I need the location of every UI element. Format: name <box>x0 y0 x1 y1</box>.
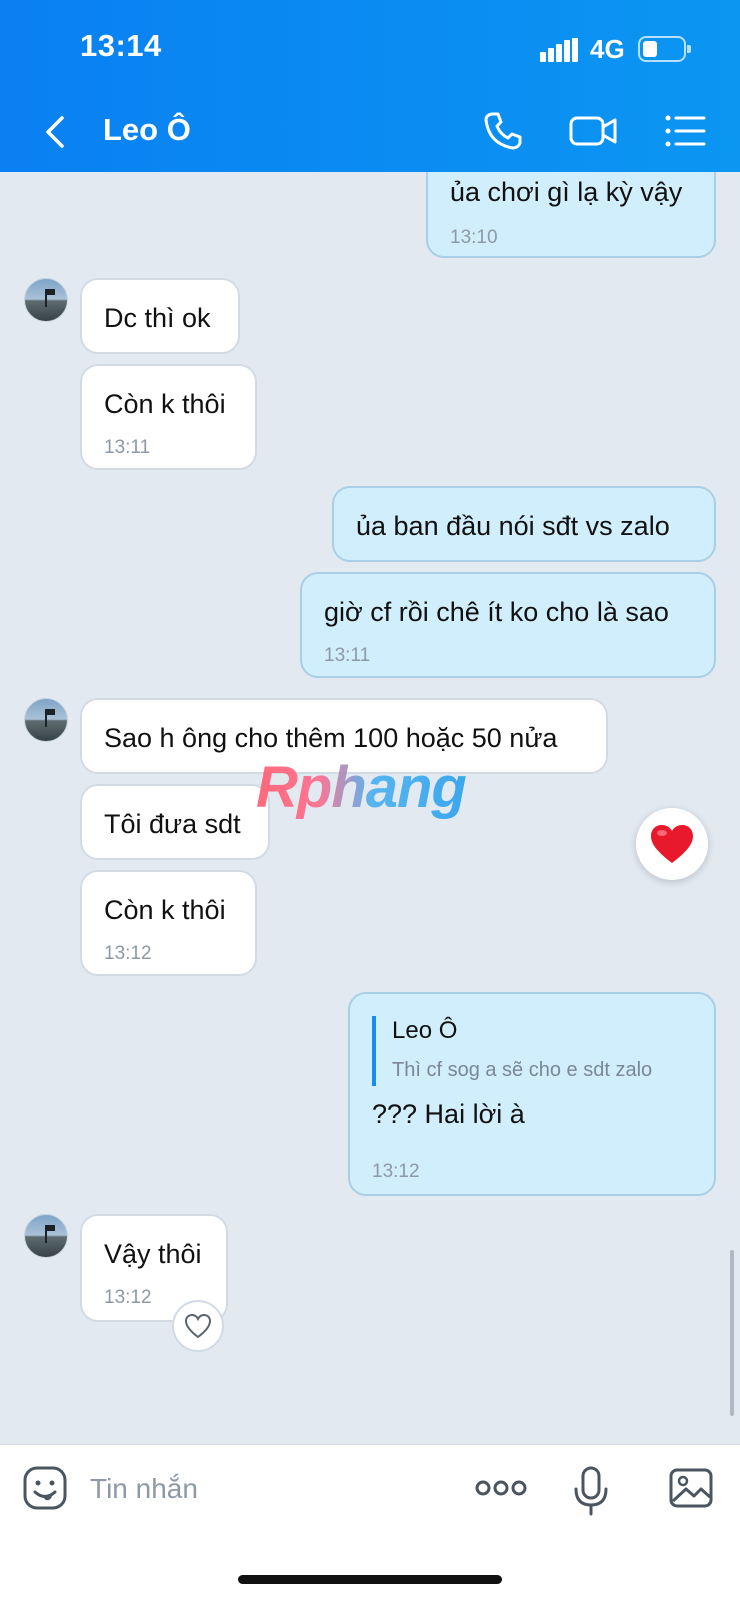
input-bar: Tin nhắn <box>0 1444 740 1600</box>
status-time: 13:14 <box>80 28 162 63</box>
message-incoming[interactable]: Dc thì ok <box>80 278 240 354</box>
message-text: ủa chơi gì lạ kỳ vậy <box>450 177 683 207</box>
message-text: Vậy thôi <box>104 1239 202 1269</box>
message-time: 13:12 <box>104 1287 152 1308</box>
message-outgoing[interactable]: giờ cf rồi chê ít ko cho là sao 13:11 <box>300 572 716 678</box>
chat-title[interactable]: Leo Ô <box>103 112 191 148</box>
like-heart-icon[interactable] <box>172 1300 224 1352</box>
more-icon[interactable] <box>474 1465 528 1511</box>
home-indicator[interactable] <box>238 1575 502 1584</box>
message-text: ủa ban đầu nói sđt vs zalo <box>356 511 670 541</box>
message-text: Còn k thôi <box>104 389 226 419</box>
avatar[interactable] <box>24 698 68 742</box>
message-time: 13:12 <box>104 943 152 964</box>
message-text: ??? Hai lời à <box>372 1099 525 1129</box>
message-text: Sao h ông cho thêm 100 hoặc 50 nửa <box>104 723 558 753</box>
menu-list-icon[interactable] <box>662 108 708 154</box>
battery-icon <box>638 36 691 62</box>
like-heart-icon <box>184 1313 212 1339</box>
sticker-icon[interactable] <box>22 1465 68 1511</box>
message-outgoing-reply[interactable]: Leo Ô Thì cf sog a sẽ cho e sdt zalo ???… <box>348 992 716 1196</box>
message-outgoing[interactable]: ủa ban đầu nói sđt vs zalo <box>332 486 716 562</box>
message-time: 13:10 <box>450 227 498 248</box>
avatar[interactable] <box>24 278 68 322</box>
message-text: giờ cf rồi chê ít ko cho là sao <box>324 597 669 627</box>
watermark: Rphang <box>256 755 467 820</box>
message-incoming[interactable]: Còn k thôi 13:12 <box>80 870 257 976</box>
heart-reaction-icon[interactable] <box>636 808 708 880</box>
quote-sender: Leo Ô <box>392 1017 458 1044</box>
message-incoming[interactable]: Tôi đưa sdt <box>80 784 270 860</box>
message-time: 13:11 <box>104 437 151 458</box>
signal-icon <box>540 38 580 62</box>
scrollbar[interactable] <box>730 1250 734 1416</box>
message-text: Còn k thôi <box>104 895 226 925</box>
avatar[interactable] <box>24 1214 68 1258</box>
video-call-icon[interactable] <box>568 108 618 154</box>
reply-quote[interactable]: Leo Ô Thì cf sog a sẽ cho e sdt zalo <box>372 1016 652 1086</box>
image-icon[interactable] <box>668 1465 714 1511</box>
quote-text: Thì cf sog a sẽ cho e sdt zalo <box>392 1059 653 1081</box>
network-label: 4G <box>590 34 625 64</box>
microphone-icon[interactable] <box>568 1465 614 1517</box>
message-text: Dc thì ok <box>104 303 211 333</box>
message-incoming[interactable]: Còn k thôi 13:11 <box>80 364 257 470</box>
message-input[interactable]: Tin nhắn <box>90 1473 198 1505</box>
chat-header: 13:14 4G Leo Ô <box>0 0 740 172</box>
phone-icon[interactable] <box>480 108 526 154</box>
back-arrow-icon[interactable] <box>40 112 74 152</box>
heart-reaction-icon <box>651 825 693 863</box>
message-list[interactable]: ủa chơi gì lạ kỳ vậy 13:10 Dc thì ok Còn… <box>0 172 740 1444</box>
message-outgoing[interactable]: ủa chơi gì lạ kỳ vậy 13:10 <box>426 172 716 258</box>
message-time: 13:11 <box>324 645 371 666</box>
message-time: 13:12 <box>372 1161 420 1182</box>
message-text: Tôi đưa sdt <box>104 809 241 839</box>
